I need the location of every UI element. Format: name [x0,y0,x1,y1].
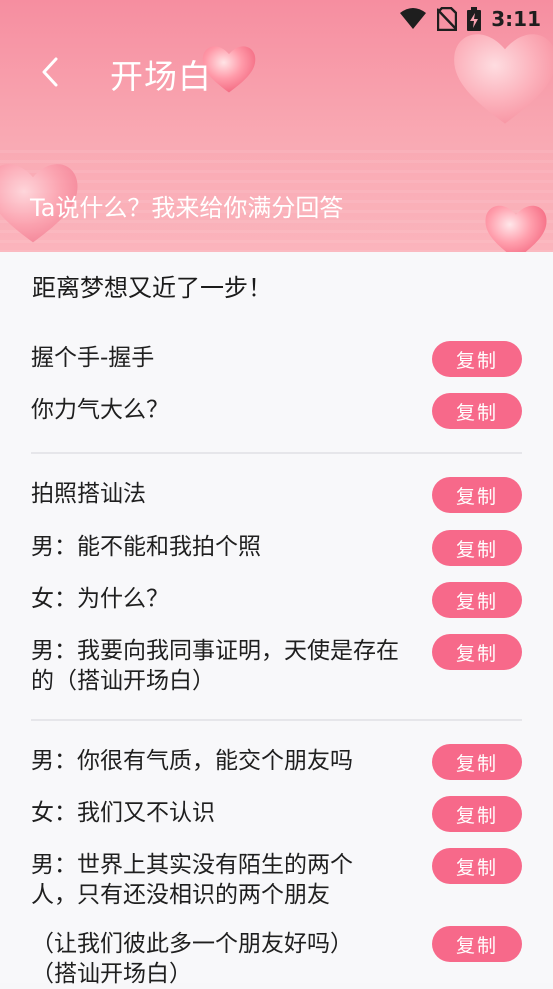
list-item-text: （让我们彼此多一个朋友好吗）（搭讪开场白） [31,931,353,987]
divider [31,719,522,721]
list-item-text: 你力气大么？ [31,397,169,423]
list-item-text: 男：世界上其实没有陌生的两个人，只有还没相识的两个朋友 [31,852,353,908]
chevron-left-icon [42,57,58,87]
list-item-text: 女：为什么？ [31,586,169,612]
header-banner: 3:11 开场白 Ta说什么？我来给你满分回答 [0,0,553,252]
status-time: 3:11 [491,7,541,31]
heart-icon [485,205,547,252]
copy-button[interactable]: 复制 [432,341,522,377]
list-item-text: 男：你很有气质，能交个朋友吗 [31,748,353,774]
status-bar: 3:11 [0,0,553,38]
copy-button[interactable]: 复制 [432,477,522,513]
no-sim-icon [437,7,458,31]
copy-button[interactable]: 复制 [432,744,522,780]
copy-button[interactable]: 复制 [432,582,522,618]
wifi-icon [400,8,427,29]
copy-button[interactable]: 复制 [432,796,522,832]
copy-button[interactable]: 复制 [432,530,522,566]
copy-button[interactable]: 复制 [432,634,522,670]
page-subtitle: Ta说什么？我来给你满分回答 [30,194,344,222]
copy-button[interactable]: 复制 [432,848,522,884]
list-item-text: 男：我要向我同事证明，天使是存在的（搭讪开场白） [31,638,399,694]
copy-button[interactable]: 复制 [432,926,522,962]
list-item-text: 男：能不能和我拍个照 [31,534,261,560]
list-item-text: 女：我们又不认识 [31,800,215,826]
list-item-text: 拍照搭讪法 [31,481,146,507]
intro-text: 距离梦想又近了一步！ [32,274,272,302]
battery-charging-icon [467,7,482,31]
back-button[interactable] [30,52,70,92]
copy-button[interactable]: 复制 [432,393,522,429]
page-title: 开场白 [110,57,212,96]
divider [31,452,522,454]
list-item-text: 握个手-握手 [31,345,155,371]
